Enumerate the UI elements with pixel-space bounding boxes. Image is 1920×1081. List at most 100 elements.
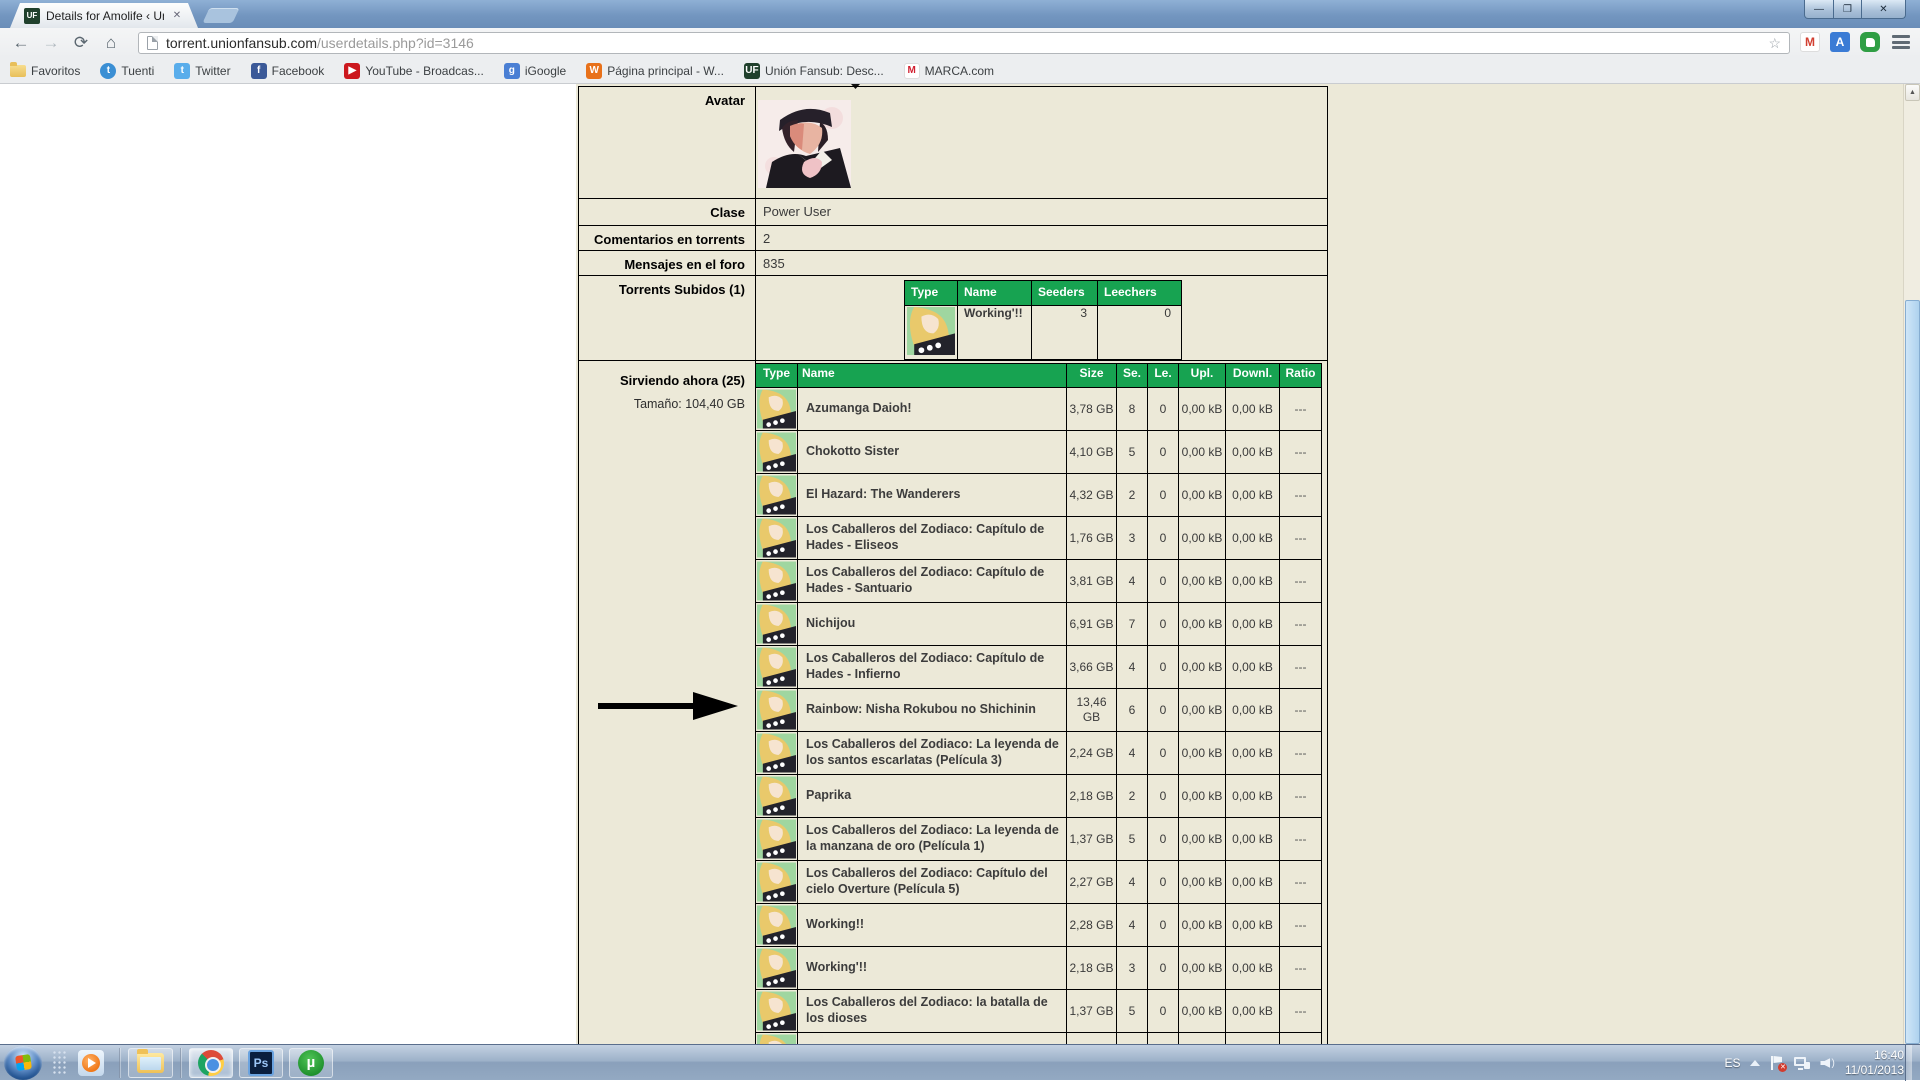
- torrent-seeders: 4: [1117, 646, 1148, 689]
- torrent-name[interactable]: Paprika: [798, 775, 1067, 818]
- torrent-name[interactable]: Working!!: [798, 904, 1067, 947]
- torrent-type-cell: [756, 560, 798, 603]
- torrent-name[interactable]: Los Caballeros del Zodiaco: La leyenda d…: [798, 732, 1067, 775]
- bookmark-tuenti[interactable]: tTuenti: [100, 63, 154, 79]
- media-player-icon: [78, 1050, 104, 1076]
- avatar-label: Avatar: [579, 87, 756, 199]
- adblock-extension-icon[interactable]: [1860, 32, 1880, 52]
- torrent-type-cell: [756, 990, 798, 1033]
- forward-button[interactable]: →: [36, 31, 66, 55]
- taskbar-photoshop-button[interactable]: Ps: [239, 1048, 283, 1078]
- action-center-flag-icon[interactable]: ✕: [1770, 1056, 1784, 1070]
- torrent-name[interactable]: Los Caballeros del Zodiaco: Capítulo del…: [798, 861, 1067, 904]
- torrent-size: 4,10 GB: [1067, 431, 1117, 474]
- torrent-size: 2,18 GB: [1067, 947, 1117, 990]
- torrent-ratio: [1280, 1033, 1322, 1045]
- torrent-name[interactable]: Chokotto Sister: [798, 431, 1067, 474]
- new-tab-button[interactable]: [203, 8, 240, 23]
- bookmark-marca[interactable]: MMARCA.com: [904, 63, 994, 79]
- bookmark-twitter[interactable]: tTwitter: [174, 63, 230, 79]
- uploaded-header-leechers: Leechers: [1098, 281, 1182, 306]
- igoogle-icon: g: [504, 63, 520, 79]
- torrent-downloaded: 0,00 kB: [1226, 818, 1280, 861]
- torrent-name[interactable]: Los Caballeros del Zodiaco: Capítulo de …: [798, 517, 1067, 560]
- torrent-type-cell: [756, 904, 798, 947]
- bookmark-igoogle[interactable]: giGoogle: [504, 63, 566, 79]
- torrent-comments-label: Comentarios en torrents: [579, 226, 756, 251]
- seeding-header-row: Type Name Size Se. Le. Upl. Downl. Ratio: [756, 364, 1322, 388]
- maximize-button[interactable]: ❐: [1834, 0, 1862, 19]
- torrent-seeders: 5: [1117, 990, 1148, 1033]
- home-button[interactable]: ⌂: [96, 31, 126, 55]
- gmail-extension-icon[interactable]: M: [1800, 32, 1820, 52]
- torrent-comments-value: 2: [756, 226, 1328, 251]
- close-button[interactable]: ✕: [1862, 0, 1906, 19]
- torrent-seeders: 2: [1117, 775, 1148, 818]
- chrome-menu-icon[interactable]: [1890, 33, 1912, 51]
- hidden-icons-arrow[interactable]: [1750, 1060, 1760, 1066]
- address-bar[interactable]: torrent.unionfansub.com/userdetails.php?…: [138, 32, 1790, 54]
- torrent-category-icon: [757, 862, 796, 902]
- language-indicator[interactable]: ES: [1724, 1056, 1740, 1070]
- torrent-category-icon: [757, 1034, 796, 1044]
- tab-close-icon[interactable]: ✕: [170, 9, 184, 23]
- taskbar-separator: [180, 1048, 182, 1078]
- network-icon[interactable]: [1794, 1057, 1810, 1070]
- forum-posts-label: Mensajes en el foro: [579, 251, 756, 276]
- url-text: torrent.unionfansub.com/userdetails.php?…: [166, 35, 1760, 51]
- back-button[interactable]: ←: [6, 31, 36, 55]
- minimize-button[interactable]: —: [1804, 0, 1834, 19]
- start-button[interactable]: [4, 1046, 42, 1080]
- bookmark-star-icon[interactable]: ☆: [1768, 35, 1781, 52]
- taskbar-media-player-button[interactable]: [70, 1048, 112, 1078]
- uploaded-torrent-name[interactable]: Working'!!: [958, 306, 1032, 360]
- torrent-category-icon: [757, 819, 796, 859]
- torrent-size: 6,91 GB: [1067, 603, 1117, 646]
- torrent-seeders: 5: [1117, 818, 1148, 861]
- torrent-category-icon: [757, 475, 796, 515]
- show-desktop-button[interactable]: [1905, 1045, 1912, 1081]
- class-label: Clase: [579, 199, 756, 226]
- torrent-uploaded: 0,00 kB: [1179, 689, 1226, 732]
- torrent-name[interactable]: El Hazard: The Wanderers: [798, 474, 1067, 517]
- bookmark-facebook[interactable]: fFacebook: [251, 63, 325, 79]
- torrent-ratio: ---: [1280, 990, 1322, 1033]
- bookmark-pagina-principal[interactable]: WPágina principal - W...: [586, 63, 724, 79]
- clock-time: 16:40: [1845, 1048, 1904, 1063]
- torrent-size: 2,28 GB: [1067, 904, 1117, 947]
- torrent-name[interactable]: Los Caballeros del Zodiaco: la batalla d…: [798, 990, 1067, 1033]
- page-scrollbar[interactable]: ▲: [1903, 84, 1920, 1044]
- torrent-name[interactable]: Los Caballeros del Zodiaco: Capítulo de …: [798, 560, 1067, 603]
- volume-icon[interactable]: ): [1820, 1058, 1834, 1069]
- bookmark-favoritos[interactable]: Favoritos: [10, 64, 80, 78]
- seeding-table-cell: Type Name Size Se. Le. Upl. Downl. Ratio: [756, 361, 1328, 1045]
- torrent-name[interactable]: Nichijou: [798, 603, 1067, 646]
- torrent-uploaded: 0,00 kB: [1179, 603, 1226, 646]
- bookmark-youtube[interactable]: ▶YouTube - Broadcas...: [344, 63, 484, 79]
- uploaded-torrent-row: Working'!! 3 0: [905, 306, 1182, 360]
- torrent-leechers: 0: [1148, 517, 1179, 560]
- scrollbar-up-arrow[interactable]: ▲: [1905, 84, 1920, 101]
- taskbar-utorrent-button[interactable]: µ: [289, 1048, 333, 1078]
- torrent-name[interactable]: Los Caballeros del Zodiaco: La leyenda d…: [798, 818, 1067, 861]
- taskbar-clock[interactable]: 16:40 11/01/2013: [1845, 1048, 1904, 1078]
- browser-tab[interactable]: UF Details for Amolife ‹ Unió ✕: [10, 3, 198, 28]
- bookmark-union-fansub[interactable]: UFUnión Fansub: Desc...: [744, 63, 884, 79]
- torrent-row: Los Caballeros del Zodiaco: La leyenda d…: [756, 732, 1322, 775]
- torrent-name[interactable]: Azumanga Daioh!: [798, 388, 1067, 431]
- torrent-name[interactable]: [798, 1033, 1067, 1045]
- taskbar-chrome-button[interactable]: [189, 1048, 233, 1078]
- torrent-name[interactable]: Rainbow: Nisha Rokubou no Shichinin: [798, 689, 1067, 732]
- taskbar-explorer-button[interactable]: [128, 1048, 173, 1078]
- torrent-name[interactable]: Los Caballeros del Zodiaco: Capítulo de …: [798, 646, 1067, 689]
- translate-extension-icon[interactable]: A: [1830, 32, 1850, 52]
- torrent-size: 2,24 GB: [1067, 732, 1117, 775]
- scrollbar-thumb[interactable]: [1905, 300, 1920, 1044]
- seeding-header-le: Le.: [1148, 364, 1179, 388]
- torrent-leechers: 0: [1148, 560, 1179, 603]
- torrent-name[interactable]: Working'!!: [798, 947, 1067, 990]
- torrent-type-cell: [756, 388, 798, 431]
- reload-button[interactable]: ⟳: [66, 31, 96, 55]
- torrent-leechers: 0: [1148, 990, 1179, 1033]
- torrent-row: Working'!! 2,18 GB 3 0 0,00 kB 0,00 kB -…: [756, 947, 1322, 990]
